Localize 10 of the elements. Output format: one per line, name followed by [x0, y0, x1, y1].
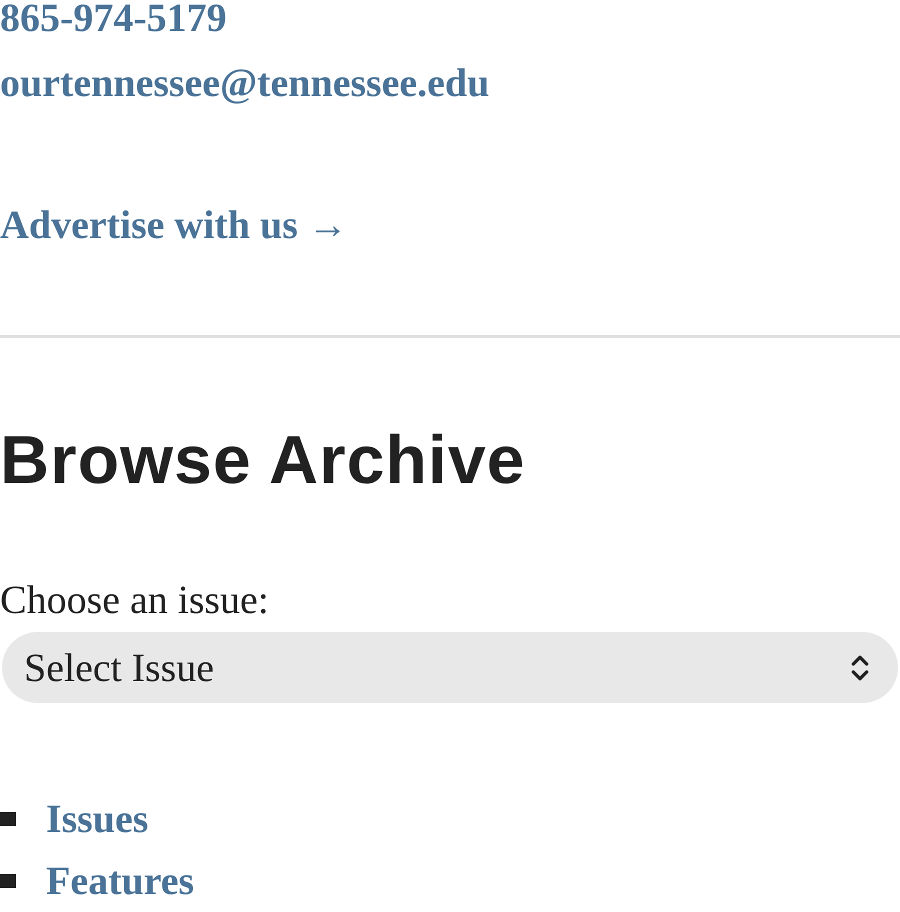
nav-link[interactable]: Features	[46, 857, 194, 905]
section-heading: Browse Archive	[0, 422, 526, 498]
bullet-icon	[0, 874, 16, 888]
bullet-icon	[0, 812, 16, 826]
nav-link[interactable]: Issues	[46, 795, 148, 843]
phone-link[interactable]: 865-974-5179	[0, 0, 227, 42]
field-label: Choose an issue:	[0, 576, 270, 624]
email-link[interactable]: ourtennessee@tennessee.edu	[0, 59, 490, 107]
issue-select[interactable]: Select Issue	[2, 632, 898, 703]
advertise-link[interactable]: Advertise with us →	[0, 201, 348, 249]
